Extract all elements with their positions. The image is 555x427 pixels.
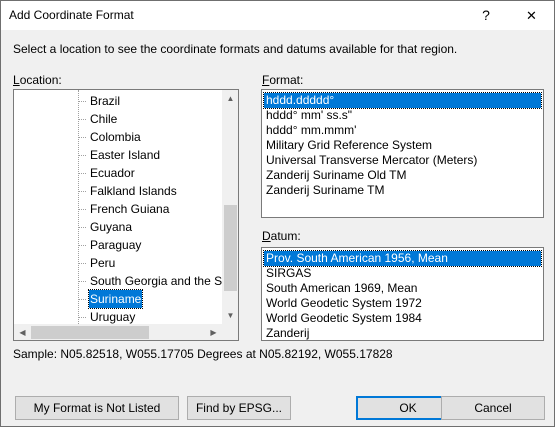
format-list-item[interactable]: Universal Transverse Mercator (Meters) xyxy=(264,153,541,168)
location-vertical-scrollbar[interactable]: ▲ ▼ xyxy=(222,90,238,324)
tree-branch-line xyxy=(78,245,86,246)
location-tree-item[interactable]: Suriname xyxy=(14,289,222,309)
tree-branch-line xyxy=(78,317,86,318)
format-list-item[interactable]: hddd° mm.mmm' xyxy=(264,123,541,138)
location-item-label: Suriname xyxy=(87,289,144,309)
tree-branch-line xyxy=(78,299,86,300)
datum-list-item[interactable]: World Geodetic System 1972 xyxy=(264,296,541,311)
scroll-left-icon[interactable]: ◀ xyxy=(14,324,31,340)
location-tree-item[interactable]: South Georgia and the South Sandwich Isl… xyxy=(14,272,222,290)
datum-list[interactable]: Prov. South American 1956, Mean SIRGAS Sou… xyxy=(261,247,544,341)
datum-label: Datum: xyxy=(262,229,301,243)
location-tree-item[interactable]: Easter Island xyxy=(14,146,222,164)
tree-branch-line xyxy=(78,101,86,102)
tree-branch-line xyxy=(78,173,86,174)
find-by-epsg-button[interactable]: Find by EPSG... xyxy=(187,396,291,420)
format-label: Format: xyxy=(262,73,304,87)
location-label: Location: xyxy=(13,73,62,87)
format-list-item[interactable]: Zanderij Suriname Old TM xyxy=(264,168,541,183)
format-list-item[interactable]: Zanderij Suriname TM xyxy=(264,183,541,198)
location-item-label: Paraguay xyxy=(90,238,142,252)
tree-branch-line xyxy=(78,191,86,192)
format-list-item[interactable]: hddd° mm' ss.s" xyxy=(264,108,541,123)
horizontal-scroll-thumb[interactable] xyxy=(31,326,149,339)
vertical-scroll-thumb[interactable] xyxy=(224,205,237,291)
location-item-label: Uruguay xyxy=(90,310,136,324)
scroll-right-icon[interactable]: ▶ xyxy=(205,324,222,340)
location-item-label: Guyana xyxy=(90,220,133,234)
location-tree-item[interactable]: Uruguay xyxy=(14,308,222,324)
tree-branch-line xyxy=(78,155,86,156)
datum-list-item[interactable]: World Geodetic System 1984 xyxy=(264,311,541,326)
cancel-button[interactable]: Cancel xyxy=(441,396,545,420)
location-item-label: Colombia xyxy=(90,130,141,144)
location-item-label: Brazil xyxy=(90,94,121,108)
sample-text: Sample: N05.82518, W055.17705 Degrees at… xyxy=(13,347,393,361)
location-tree-item[interactable]: French Guiana xyxy=(14,200,222,218)
my-format-not-listed-button[interactable]: My Format is Not Listed xyxy=(15,396,179,420)
tree-branch-line xyxy=(78,227,86,228)
datum-list-item[interactable]: Prov. South American 1956, Mean xyxy=(263,250,542,267)
location-item-label: South Georgia and the South Sandwich Isl… xyxy=(90,274,222,288)
location-tree-item[interactable]: Brazil xyxy=(14,92,222,110)
location-tree-item[interactable]: Ecuador xyxy=(14,164,222,182)
location-tree-item[interactable]: Peru xyxy=(14,254,222,272)
tree-branch-line xyxy=(78,137,86,138)
tree-branch-line xyxy=(78,263,86,264)
location-item-label: French Guiana xyxy=(90,202,170,216)
location-tree[interactable]: Brazil Chile Colombia Easter Island Ecuador F… xyxy=(13,89,239,341)
add-coordinate-format-dialog: Add Coordinate Format ? ✕ Select a locat… xyxy=(0,0,555,427)
location-item-label: Peru xyxy=(90,256,116,270)
format-list-item[interactable]: hddd.ddddd° xyxy=(263,92,542,109)
datum-list-item[interactable]: South American 1969, Mean xyxy=(264,281,541,296)
location-tree-item[interactable]: Falkland Islands xyxy=(14,182,222,200)
location-tree-item[interactable]: Guyana xyxy=(14,218,222,236)
location-item-label: Ecuador xyxy=(90,166,135,180)
location-tree-item[interactable]: Chile xyxy=(14,110,222,128)
tree-branch-line xyxy=(78,281,86,282)
close-icon[interactable]: ✕ xyxy=(509,1,554,30)
scroll-up-icon[interactable]: ▲ xyxy=(222,90,238,107)
help-button[interactable]: ? xyxy=(463,1,509,30)
tree-branch-line xyxy=(78,119,86,120)
datum-list-item[interactable]: SIRGAS xyxy=(264,266,541,281)
location-item-label: Falkland Islands xyxy=(90,184,177,198)
format-list-item[interactable]: Military Grid Reference System xyxy=(264,138,541,153)
scroll-down-icon[interactable]: ▼ xyxy=(222,307,238,324)
location-item-label: Chile xyxy=(90,112,118,126)
location-horizontal-scrollbar[interactable]: ◀ ▶ xyxy=(14,324,222,340)
datum-list-item[interactable]: Zanderij xyxy=(264,326,541,340)
instruction-text: Select a location to see the coordinate … xyxy=(13,42,458,56)
scroll-corner xyxy=(222,324,238,340)
format-list[interactable]: hddd.ddddd° hddd° mm' ss.s" hddd° mm.mmm' M… xyxy=(261,89,544,218)
title-bar: Add Coordinate Format ? ✕ xyxy=(1,1,554,30)
location-tree-item[interactable]: Paraguay xyxy=(14,236,222,254)
tree-branch-line xyxy=(78,209,86,210)
window-title: Add Coordinate Format xyxy=(9,8,134,22)
location-tree-item[interactable]: Colombia xyxy=(14,128,222,146)
location-item-label: Easter Island xyxy=(90,148,161,162)
